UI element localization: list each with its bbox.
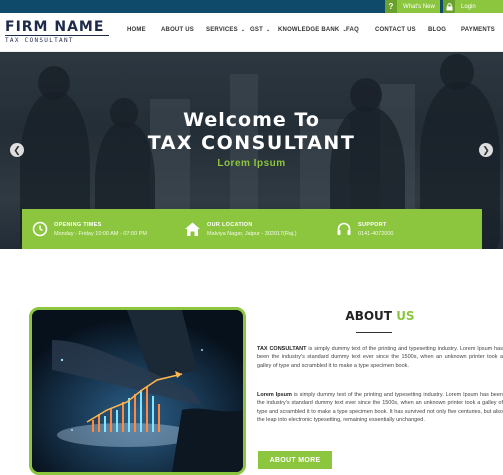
hero-title-line2: TAX CONSULTANT bbox=[147, 132, 356, 154]
about-heading-underline bbox=[356, 332, 392, 333]
location-label: OUR LOCATION bbox=[207, 221, 253, 228]
whats-new-link[interactable]: ? What's New bbox=[385, 0, 440, 13]
question-icon: ? bbox=[385, 0, 397, 13]
nav-about-us[interactable]: ABOUT US bbox=[161, 27, 194, 33]
info-bar: OPENING TIMES Monday - Friday 10:00 AM -… bbox=[22, 209, 482, 249]
whats-new-label: What's New bbox=[403, 3, 435, 10]
location-value: Malviya Nagar, Jaipur - 302017(Raj.) bbox=[207, 230, 297, 237]
chevron-down-icon: ⌄ bbox=[240, 27, 246, 33]
info-support: SUPPORT 0141-4072000 bbox=[335, 209, 393, 249]
home-icon bbox=[184, 221, 201, 238]
clock-icon bbox=[31, 221, 48, 238]
hero-title: Welcome To bbox=[183, 109, 320, 131]
login-link[interactable]: Login bbox=[443, 0, 503, 13]
nav-faq[interactable]: FAQ bbox=[346, 27, 359, 33]
lock-icon bbox=[443, 0, 455, 13]
about-more-button[interactable]: ABOUT MORE bbox=[258, 451, 332, 469]
chevron-right-icon: ❯ bbox=[482, 144, 490, 155]
logo-tagline: TAX CONSULTANT bbox=[5, 35, 109, 44]
nav-knowledge-bank[interactable]: KNOWLEDGE BANK ⌄ bbox=[278, 27, 347, 33]
opening-times-value: Monday - Friday 10:00 AM - 07:00 PM bbox=[54, 230, 147, 237]
top-utility-bar: ? What's New Login bbox=[0, 0, 503, 13]
hero-subtitle: Lorem Ipsum bbox=[217, 158, 286, 169]
nav-services[interactable]: SERVICES ⌄ bbox=[206, 27, 245, 33]
headset-icon bbox=[335, 221, 352, 238]
opening-times-label: OPENING TIMES bbox=[54, 221, 102, 228]
nav-gst[interactable]: GST ⌄ bbox=[250, 27, 270, 33]
info-opening-times: OPENING TIMES Monday - Friday 10:00 AM -… bbox=[31, 209, 147, 249]
slider-prev-button[interactable]: ❮ bbox=[10, 143, 24, 157]
nav-contact-us[interactable]: CONTACT US bbox=[375, 27, 416, 33]
login-label: Login bbox=[461, 3, 476, 10]
about-paragraph: TAX CONSULTANT is simply dummy text of t… bbox=[257, 346, 503, 369]
support-phone[interactable]: 0141-4072000 bbox=[358, 231, 393, 237]
main-nav: HOME ABOUT US SERVICES ⌄ GST ⌄ KNOWLEDGE B… bbox=[120, 13, 503, 52]
nav-payments[interactable]: PAYMENTS bbox=[461, 27, 495, 33]
slider-next-button[interactable]: ❯ bbox=[479, 143, 493, 157]
logo[interactable]: FIRM NAME TAX CONSULTANT bbox=[5, 20, 109, 48]
info-location: OUR LOCATION Malviya Nagar, Jaipur - 302… bbox=[184, 209, 297, 249]
nav-blog[interactable]: BLOG bbox=[428, 27, 446, 33]
chevron-left-icon: ❮ bbox=[13, 144, 21, 155]
support-label: SUPPORT bbox=[358, 221, 387, 228]
about-image bbox=[29, 307, 246, 475]
nav-home[interactable]: HOME bbox=[127, 27, 146, 33]
about-heading: ABOUT US bbox=[345, 309, 415, 323]
business-growth-illustration bbox=[32, 310, 243, 472]
chevron-down-icon: ⌄ bbox=[265, 27, 271, 33]
about-paragraph: Lorem Ipsum is simply dummy text of the … bbox=[257, 392, 503, 424]
logo-name: FIRM NAME bbox=[5, 19, 105, 35]
site-header: FIRM NAME TAX CONSULTANT HOME ABOUT US S… bbox=[0, 13, 503, 52]
